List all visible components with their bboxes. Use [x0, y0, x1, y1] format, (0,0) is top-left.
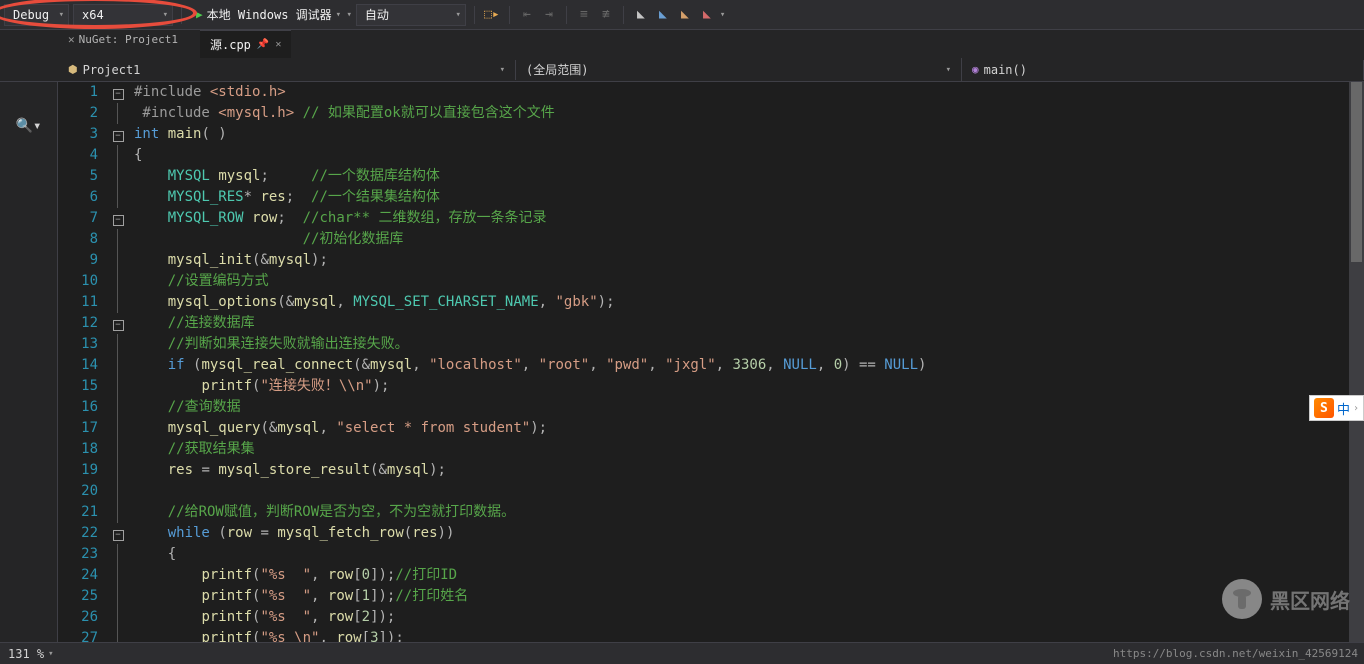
- watermark-text: 黑区网络: [1270, 585, 1350, 614]
- bookmark-icon[interactable]: ◣: [632, 6, 650, 24]
- bookmark-clear-icon[interactable]: ◣: [698, 6, 716, 24]
- vertical-scrollbar[interactable]: [1349, 82, 1364, 642]
- nuget-tab[interactable]: ✕ NuGet: Project1: [62, 30, 184, 49]
- scope-label: (全局范围): [526, 61, 588, 78]
- auto-dropdown[interactable]: 自动: [356, 4, 466, 26]
- separator: [474, 6, 475, 24]
- function-icon: ◉: [972, 63, 979, 76]
- close-icon[interactable]: ✕: [275, 39, 281, 50]
- scope-dropdown[interactable]: (全局范围) ▾: [516, 58, 962, 81]
- separator: [509, 6, 510, 24]
- debugger-label[interactable]: 本地 Windows 调试器: [207, 6, 332, 23]
- project-name: Project1: [83, 63, 141, 77]
- tab-strip: 源.cpp 📌 ✕: [0, 30, 1364, 58]
- function-name: main(): [984, 63, 1027, 77]
- uncomment-icon[interactable]: ≢: [597, 6, 615, 24]
- zoom-level[interactable]: 131 %: [8, 647, 44, 661]
- chevron-down-icon: ▾: [500, 65, 505, 75]
- ime-logo-icon: S: [1314, 398, 1334, 418]
- project-dropdown[interactable]: ⬢ Project1 ▾: [58, 60, 516, 80]
- watermark: 黑区网络: [1222, 579, 1350, 619]
- separator: [181, 6, 182, 24]
- ime-more-icon: ›: [1353, 403, 1359, 414]
- line-gutter: 1234567891011121314151617181920212223242…: [58, 82, 108, 642]
- watermark-logo-icon: [1222, 579, 1262, 619]
- close-icon[interactable]: ✕: [68, 33, 75, 46]
- fold-column[interactable]: −−−−−: [108, 82, 128, 642]
- step-icon[interactable]: ⬚▸: [483, 6, 501, 24]
- separator: [566, 6, 567, 24]
- search-icon[interactable]: 🔍▾: [10, 112, 48, 140]
- play-icon[interactable]: ▶: [196, 8, 203, 21]
- ime-indicator[interactable]: S 中 ›: [1309, 395, 1364, 421]
- comment-icon[interactable]: ≡: [575, 6, 593, 24]
- chevron-down-icon[interactable]: ▾: [720, 10, 725, 20]
- tab-label: NuGet: Project1: [79, 33, 178, 46]
- bookmark-next-icon[interactable]: ◣: [676, 6, 694, 24]
- function-dropdown[interactable]: ◉ main(): [962, 60, 1364, 80]
- source-tab[interactable]: 源.cpp 📌 ✕: [200, 30, 291, 58]
- project-icon: ⬢: [68, 63, 78, 76]
- navigation-bar: ⬢ Project1 ▾ (全局范围) ▾ ◉ main(): [0, 58, 1364, 82]
- indent-right-icon[interactable]: ⇥: [540, 6, 558, 24]
- chevron-down-icon: ▾: [946, 65, 951, 75]
- sidebar: 🔍▾: [0, 82, 58, 642]
- pin-icon[interactable]: 📌: [257, 39, 269, 50]
- bookmark-prev-icon[interactable]: ◣: [654, 6, 672, 24]
- platform-dropdown[interactable]: x64: [73, 4, 173, 26]
- tab-label: 源.cpp: [210, 36, 251, 53]
- main-area: 🔍▾ 1234567891011121314151617181920212223…: [0, 82, 1364, 642]
- indent-left-icon[interactable]: ⇤: [518, 6, 536, 24]
- code-content[interactable]: #include <stdio.h> #include <mysql.h> //…: [128, 82, 1364, 642]
- main-toolbar: Debug x64 ▶ 本地 Windows 调试器 ▾ ▾ 自动 ⬚▸ ⇤ ⇥…: [0, 0, 1364, 30]
- code-editor[interactable]: 1234567891011121314151617181920212223242…: [58, 82, 1364, 642]
- separator: [623, 6, 624, 24]
- scrollbar-thumb[interactable]: [1351, 82, 1362, 262]
- attribution-text: https://blog.csdn.net/weixin_42569124: [1113, 647, 1358, 660]
- config-dropdown[interactable]: Debug: [4, 4, 69, 26]
- chevron-down-icon[interactable]: ▾ ▾: [336, 10, 352, 20]
- chevron-down-icon[interactable]: ▾: [48, 649, 53, 659]
- ime-mode: 中: [1337, 399, 1350, 418]
